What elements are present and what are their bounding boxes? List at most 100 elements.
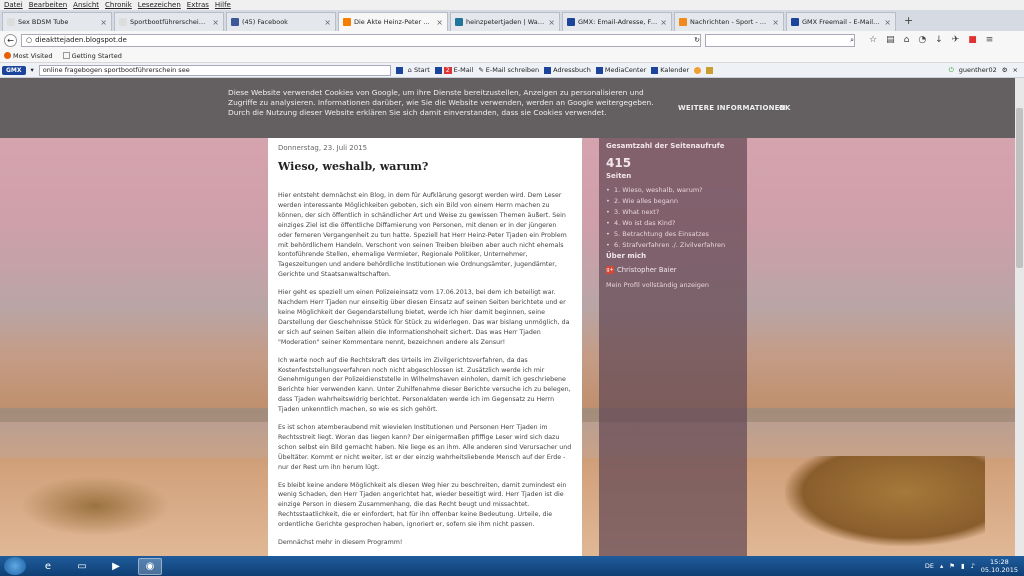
compose-button[interactable]: ✎ E-Mail schreiben bbox=[478, 66, 539, 74]
folder-icon[interactable]: ▭ bbox=[70, 558, 94, 575]
tab-7[interactable]: GMX Freemail - E-Mail ma...× bbox=[786, 12, 896, 31]
bookmark-most-visited[interactable]: Most Visited bbox=[4, 52, 53, 60]
close-icon[interactable]: × bbox=[100, 18, 107, 27]
scrollbar-thumb[interactable] bbox=[1016, 108, 1023, 268]
calendar-button[interactable]: Kalender bbox=[651, 66, 689, 74]
star-icon[interactable]: ☆ bbox=[869, 35, 877, 45]
close-icon[interactable]: × bbox=[660, 18, 667, 27]
start-button[interactable]: ⌂ Start bbox=[408, 66, 430, 74]
search-field[interactable]: ⌕ bbox=[705, 33, 855, 47]
tab-1[interactable]: Sportbootführerschein See Prüf...× bbox=[114, 12, 224, 31]
post-paragraph: Demnächst mehr in diesem Programm! bbox=[278, 539, 403, 547]
menu-hilfe[interactable]: Hilfe bbox=[215, 1, 231, 9]
clock[interactable]: 15:28 05.10.2015 bbox=[981, 558, 1018, 574]
post-paragraph: Hier geht es speziell um einen Polizeiei… bbox=[278, 289, 570, 346]
chevron-down-icon[interactable]: ▾ bbox=[31, 66, 34, 74]
reading-list-icon[interactable]: ▤ bbox=[886, 35, 895, 45]
bookmark-getting-started[interactable]: Getting Started bbox=[62, 52, 122, 60]
bookmarks-bar: Most Visited Getting Started bbox=[0, 49, 1024, 63]
hamburger-menu-icon[interactable]: ≡ bbox=[986, 35, 994, 45]
sync-icon[interactable]: ✈ bbox=[952, 35, 960, 45]
ok-button[interactable]: OK bbox=[779, 104, 790, 112]
pocket-icon[interactable]: ◔ bbox=[918, 35, 926, 45]
media-player-icon[interactable]: ▶ bbox=[104, 558, 128, 575]
close-icon[interactable]: × bbox=[212, 18, 219, 27]
cookie-text: Diese Website verwendet Cookies von Goog… bbox=[228, 88, 654, 117]
menu-chronik[interactable]: Chronik bbox=[105, 1, 132, 9]
page-link[interactable]: 3. What next? bbox=[606, 208, 740, 216]
favicon-icon bbox=[119, 18, 127, 26]
background-dune bbox=[20, 476, 170, 536]
tab-2[interactable]: (45) Facebook × bbox=[226, 12, 336, 31]
more-info-link[interactable]: WEITERE INFORMATIONEN bbox=[678, 104, 786, 112]
post-title[interactable]: Wieso, weshalb, warum? bbox=[278, 160, 572, 173]
post-date: Donnerstag, 23. Juli 2015 bbox=[278, 144, 368, 152]
url-bar[interactable]: ○ dieakttejaden.blogspot.de ↻ bbox=[21, 33, 701, 47]
weather-icon[interactable] bbox=[694, 66, 702, 74]
tab-6[interactable]: Nachrichten - Sport - Doku...× bbox=[674, 12, 784, 31]
page-link[interactable]: 2. Wie alles begann bbox=[606, 197, 740, 205]
post-paragraph: Es ist schon atemberaubend mit wievielen… bbox=[278, 424, 572, 471]
search-icon[interactable] bbox=[395, 66, 403, 74]
background-dune bbox=[785, 456, 985, 546]
close-icon[interactable]: × bbox=[884, 18, 891, 27]
gmx-icon bbox=[791, 18, 799, 26]
page-link[interactable]: 4. Wo ist das Kind? bbox=[606, 219, 740, 227]
page-icon bbox=[62, 52, 70, 59]
tab-label: GMX Freemail - E-Mail ma... bbox=[802, 18, 882, 26]
favicon-icon bbox=[7, 18, 15, 26]
mediacenter-button[interactable]: MediaCenter bbox=[595, 66, 646, 74]
page-link[interactable]: 6. Strafverfahren ./. Zivilverfahren bbox=[606, 241, 740, 249]
blogger-icon bbox=[343, 18, 351, 26]
page-link[interactable]: 5. Betrachtung des Einsatzes bbox=[606, 230, 740, 238]
calendar-icon bbox=[651, 66, 659, 74]
navigation-bar: ← ○ dieakttejaden.blogspot.de ↻ ⌕ ☆ ▤ ⌂ … bbox=[0, 31, 1024, 49]
tab-3[interactable]: Die Akte Heinz-Peter Tjade...× bbox=[338, 12, 448, 31]
email-button[interactable]: 2 E-Mail bbox=[434, 66, 473, 74]
gmx-search-input[interactable]: online fragebogen sportbootführerschein … bbox=[38, 64, 391, 76]
close-icon[interactable]: × bbox=[772, 18, 779, 27]
addon-icon[interactable]: ■ bbox=[968, 35, 977, 45]
language-indicator[interactable]: DE bbox=[925, 562, 934, 570]
system-tray: DE ▴ ⚑ ▮ ♪ 15:28 05.10.2015 bbox=[925, 558, 1024, 574]
menu-datei[interactable]: Datei bbox=[4, 1, 23, 9]
page-link[interactable]: 1. Wieso, weshalb, warum? bbox=[606, 186, 740, 194]
home-icon[interactable]: ⌂ bbox=[904, 35, 910, 45]
new-tab-button[interactable]: + bbox=[898, 14, 919, 27]
settings-icon[interactable]: ⚙ bbox=[1002, 66, 1008, 74]
page-viewport: Diese Website verwendet Cookies von Goog… bbox=[0, 78, 1015, 556]
close-icon[interactable]: × bbox=[1013, 66, 1018, 74]
user-name[interactable]: guenther02 bbox=[959, 66, 997, 74]
reload-icon[interactable]: ↻ bbox=[694, 36, 700, 44]
addressbook-button[interactable]: Adressbuch bbox=[544, 66, 591, 74]
ie-icon[interactable]: e bbox=[36, 558, 60, 575]
back-button[interactable]: ← bbox=[4, 33, 17, 47]
menu-lesezeichen[interactable]: Lesezeichen bbox=[138, 1, 181, 9]
menu-bar: Datei Bearbeiten Ansicht Chronik Lesezei… bbox=[0, 0, 1024, 10]
author-link[interactable]: g+ Christopher Baier bbox=[606, 266, 740, 274]
close-icon[interactable]: × bbox=[324, 18, 331, 27]
tray-chevron-icon[interactable]: ▴ bbox=[940, 562, 943, 570]
firefox-icon bbox=[4, 52, 11, 59]
close-icon[interactable]: × bbox=[436, 18, 443, 27]
gmx-logo[interactable]: GMX bbox=[2, 65, 26, 75]
tab-4[interactable]: heinzpetertjaden | Was and...× bbox=[450, 12, 560, 31]
volume-icon[interactable]: ♪ bbox=[971, 562, 975, 570]
pages-title: Seiten bbox=[606, 172, 632, 180]
menu-bearbeiten[interactable]: Bearbeiten bbox=[29, 1, 67, 9]
shop-icon[interactable] bbox=[706, 66, 714, 74]
mail-count-badge: 2 bbox=[443, 66, 452, 74]
close-icon[interactable]: × bbox=[548, 18, 555, 27]
flag-icon[interactable]: ⚑ bbox=[949, 562, 955, 570]
start-button[interactable] bbox=[4, 557, 26, 575]
tab-0[interactable]: Sex BDSM Tube × bbox=[2, 12, 112, 31]
tab-5[interactable]: GMX: Email-Adresse, Free...× bbox=[562, 12, 672, 31]
menu-extras[interactable]: Extras bbox=[187, 1, 209, 9]
menu-ansicht[interactable]: Ansicht bbox=[73, 1, 99, 9]
power-icon[interactable]: ⏻ bbox=[949, 66, 954, 75]
firefox-icon[interactable]: ◉ bbox=[138, 557, 162, 575]
download-icon[interactable]: ↓ bbox=[935, 35, 943, 45]
search-icon[interactable]: ⌕ bbox=[850, 36, 854, 45]
network-icon[interactable]: ▮ bbox=[961, 562, 965, 570]
profile-link[interactable]: Mein Profil vollständig anzeigen bbox=[606, 281, 740, 289]
